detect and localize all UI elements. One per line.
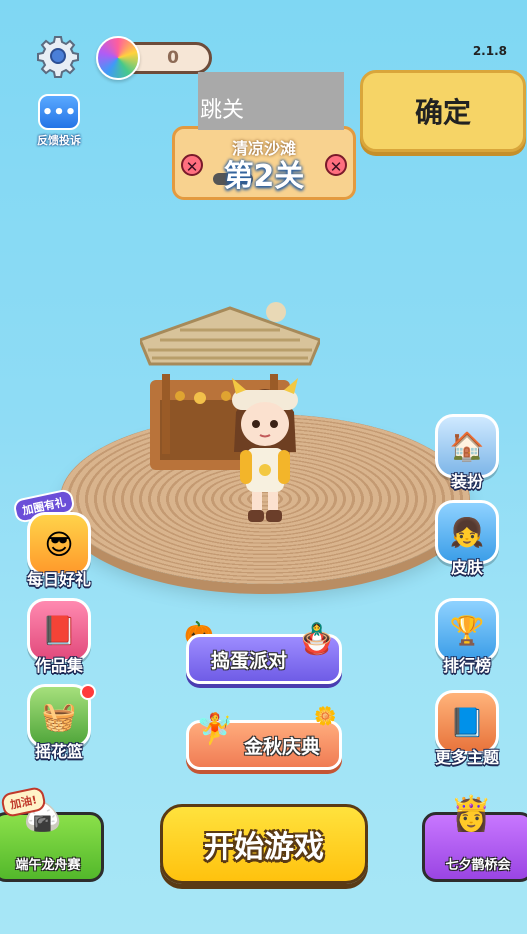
version-label: 2.1.8: [472, 44, 507, 58]
doll-icon: 🪆: [298, 622, 336, 657]
close-icon-left[interactable]: ✕: [181, 154, 203, 176]
close-icon-right[interactable]: ✕: [325, 154, 347, 176]
girl-character-illustration: [232, 378, 298, 522]
works-button[interactable]: 📕 作品集: [20, 598, 98, 676]
ranking-button[interactable]: 🏆 排行榜: [428, 598, 506, 676]
ranking-label: 排行榜: [442, 656, 491, 675]
fairy-icon: 🧚: [196, 712, 234, 747]
start-game-button[interactable]: 开始游戏: [160, 804, 368, 884]
yarn-ball-icon: [96, 36, 140, 80]
coin-count: 0: [167, 48, 179, 68]
works-label: 作品集: [34, 656, 83, 675]
dressup-button[interactable]: 🏠 装扮: [428, 414, 506, 492]
autumn-label: 金秋庆典: [243, 735, 320, 758]
confirm-button[interactable]: 确定: [360, 70, 526, 152]
level-card: 清凉沙滩 第2关 ✕ ✕: [172, 126, 356, 200]
dressup-label: 装扮: [450, 472, 483, 491]
chat-bubble-icon: •••: [38, 94, 80, 130]
feedback-button[interactable]: ••• 反馈投诉: [30, 94, 88, 148]
notification-dot: [80, 684, 96, 700]
skin-label: 皮肤: [450, 558, 483, 577]
feedback-label: 反馈投诉: [37, 134, 81, 147]
settings-button[interactable]: [36, 34, 80, 78]
daily-gift-button[interactable]: 😎 每日好礼: [20, 512, 98, 590]
flower-basket-label: 摇花篮: [34, 742, 83, 761]
dragon-boat-label: 端午龙舟赛: [15, 858, 81, 873]
gear-icon: [37, 36, 79, 78]
princess-icon: 👸: [450, 794, 493, 834]
party-label: 捣蛋派对: [210, 649, 287, 672]
more-themes-button[interactable]: 📘 更多主题: [428, 690, 506, 768]
skin-button[interactable]: 👧 皮肤: [428, 500, 506, 578]
qixi-label: 七夕鹊桥会: [445, 858, 511, 873]
daily-gift-label: 每日好礼: [26, 570, 91, 589]
skip-level-input[interactable]: [198, 72, 344, 130]
flower-icon: 🌼: [314, 706, 337, 727]
more-themes-label: 更多主题: [434, 748, 499, 767]
